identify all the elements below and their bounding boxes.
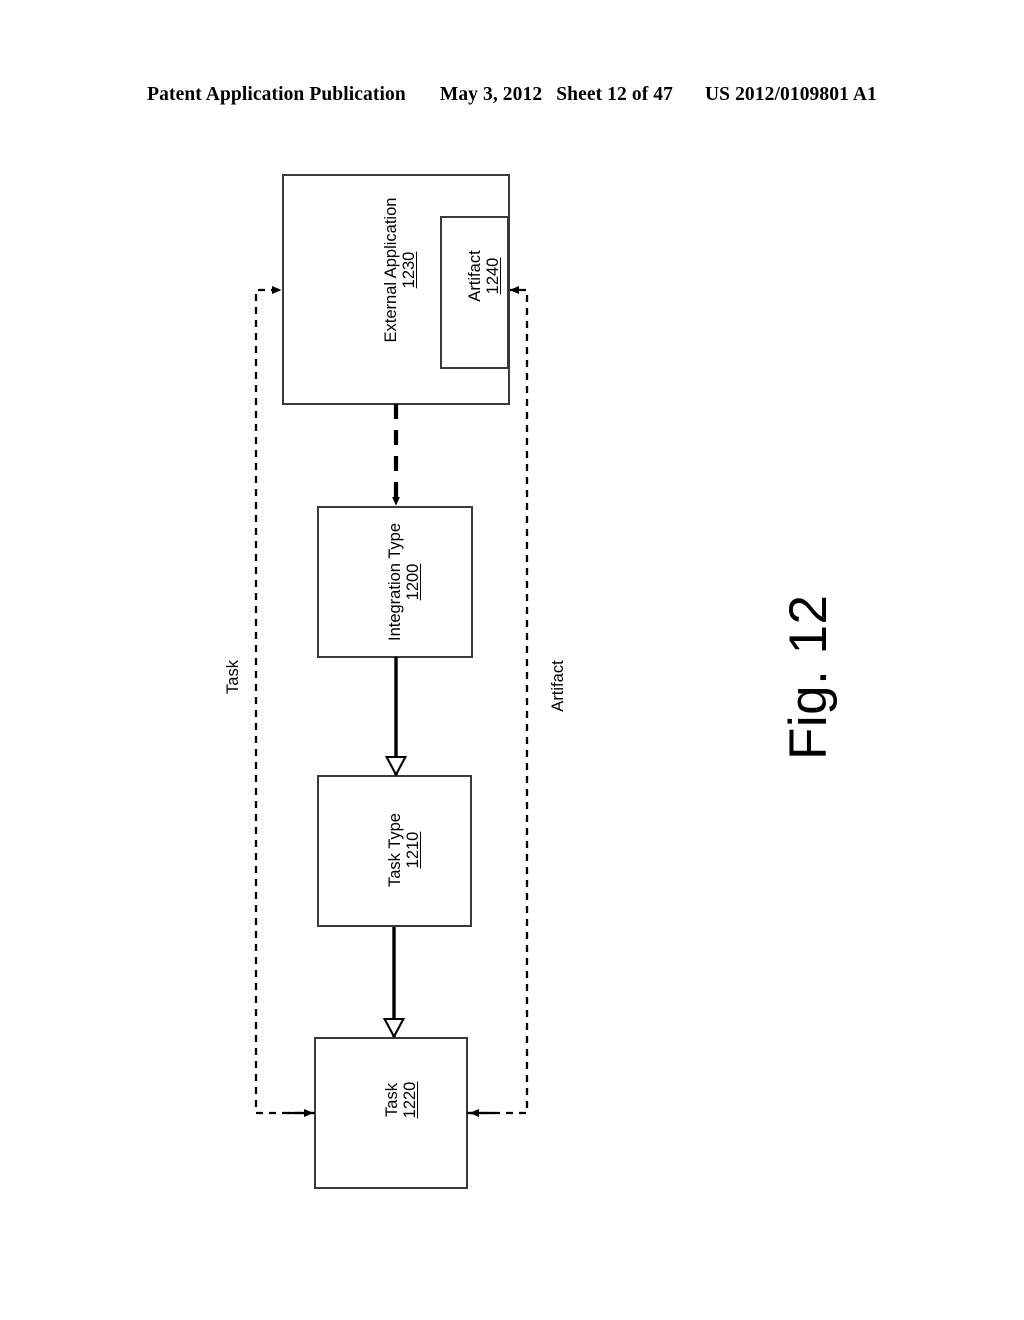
figure-12: External Application 1230 Artifact 1240 … — [0, 0, 1024, 1320]
node-artifact-title: Artifact — [466, 250, 484, 302]
node-task-type-title: Task Type — [386, 813, 404, 887]
node-task-type-ref: 1210 — [404, 831, 423, 869]
node-task-title: Task — [383, 1083, 401, 1117]
node-integration-type-title: Integration Type — [386, 522, 404, 642]
edge-association-task-left-rail — [254, 286, 315, 1115]
node-task-ref: 1220 — [401, 1081, 420, 1119]
node-external-application-label: External Application 1230 — [382, 175, 419, 365]
node-external-application-title: External Application — [382, 197, 400, 343]
edge-label-task: Task — [224, 660, 242, 694]
node-task-type-label: Task Type 1210 — [386, 802, 423, 898]
node-task-label: Task 1220 — [383, 1059, 420, 1141]
figure-caption: Fig. 12 — [779, 594, 838, 760]
node-artifact-label: Artifact 1240 — [466, 221, 503, 331]
node-artifact-ref: 1240 — [484, 257, 503, 295]
edge-label-artifact: Artifact — [549, 660, 567, 712]
node-integration-type-ref: 1200 — [404, 563, 423, 601]
edge-association-artifact-right-rail — [467, 286, 529, 1115]
figure-diagram-svg — [254, 174, 529, 1189]
node-integration-type-label: Integration Type 1200 — [386, 512, 423, 652]
node-external-application-ref: 1230 — [400, 251, 419, 289]
